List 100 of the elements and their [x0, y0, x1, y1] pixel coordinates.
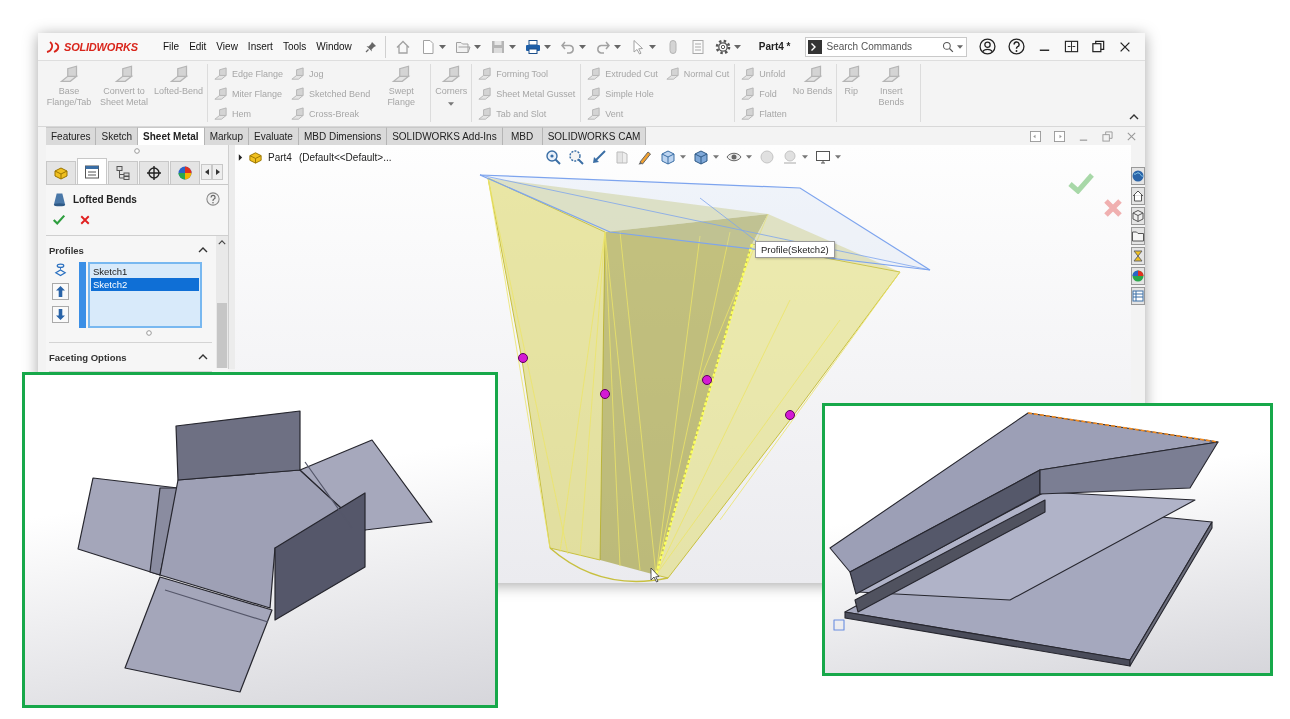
app-logo: SOLIDWORKS: [64, 40, 138, 53]
bent-sheet-icon: [740, 106, 756, 122]
panel-right-icon[interactable]: [1054, 130, 1065, 142]
checkmark-icon[interactable]: [52, 213, 66, 227]
panel-left-icon[interactable]: [1030, 130, 1041, 142]
configuration-name: (Default<<Default>...: [298, 152, 392, 163]
cube-icon[interactable]: [660, 149, 676, 165]
search-icon[interactable]: [941, 40, 954, 53]
point-marker-icon[interactable]: [785, 410, 795, 420]
bent-sheet-icon: [290, 106, 306, 122]
monitor-icon[interactable]: [815, 149, 831, 165]
chevron-up-icon[interactable]: [198, 354, 208, 360]
box-icon[interactable]: [1131, 207, 1145, 225]
ribbon-tab[interactable]: MBD: [502, 127, 543, 145]
pin-icon[interactable]: [364, 40, 377, 53]
menu-item[interactable]: Insert: [242, 36, 278, 57]
list-item[interactable]: Sketch2: [91, 278, 199, 291]
caret-icon[interactable]: [835, 155, 841, 159]
pointer-icon: [650, 567, 660, 583]
caret-icon[interactable]: [746, 155, 752, 159]
scroll-right-button[interactable]: [212, 164, 223, 180]
magnifier-icon[interactable]: [568, 149, 584, 165]
hourglass-icon[interactable]: [1131, 247, 1145, 265]
cross-icon[interactable]: [79, 214, 91, 226]
house-icon[interactable]: [1131, 187, 1145, 205]
caret-icon[interactable]: [680, 155, 686, 159]
printer-icon[interactable]: [524, 38, 541, 55]
caret-icon[interactable]: [733, 44, 741, 49]
pencil-icon[interactable]: [637, 149, 653, 165]
chevron-up-icon[interactable]: [198, 247, 208, 253]
arrow-icon[interactable]: [591, 149, 607, 165]
menu-item[interactable]: Tools: [277, 36, 312, 57]
profile-list-box[interactable]: Sketch1 Sketch2: [88, 262, 202, 328]
caret-icon[interactable]: [648, 44, 656, 49]
tooltip: Profile(Sketch2): [755, 241, 835, 258]
point-marker-icon[interactable]: [702, 375, 712, 385]
help-icon[interactable]: [1007, 38, 1025, 55]
split-view-icon[interactable]: [1063, 39, 1079, 54]
menu-item[interactable]: Edit: [184, 36, 212, 57]
caret-icon[interactable]: [956, 44, 963, 49]
panel-tab[interactable]: [77, 158, 107, 184]
point-marker-icon[interactable]: [518, 353, 528, 363]
move-up-button[interactable]: [51, 283, 69, 300]
ribbon-tab[interactable]: Markup: [204, 127, 249, 145]
caret-icon[interactable]: [508, 44, 516, 49]
caret-icon[interactable]: [543, 44, 551, 49]
panel-tab[interactable]: [139, 161, 169, 184]
cube-icon[interactable]: [693, 149, 709, 165]
scroll-left-button[interactable]: [201, 164, 212, 180]
folder-icon[interactable]: [1131, 227, 1145, 245]
search-field[interactable]: Search Commands: [804, 36, 967, 57]
magnifier-icon[interactable]: [545, 149, 561, 165]
caret-icon[interactable]: [473, 44, 481, 49]
scrollbar-thumb[interactable]: [217, 303, 227, 368]
menu-item[interactable]: Window: [311, 36, 357, 57]
part-name[interactable]: Part4: [268, 152, 292, 163]
move-down-button[interactable]: [51, 306, 69, 323]
bent-sheet-icon: [740, 86, 756, 102]
resize-handle-icon[interactable]: [145, 330, 152, 336]
chevron-up-icon[interactable]: [218, 240, 226, 245]
bent-sheet-icon: [586, 66, 602, 82]
bent-sheet-icon: [586, 86, 602, 102]
bent-sheet-icon: [290, 66, 306, 82]
ribbon-tab[interactable]: Sketch: [96, 127, 139, 145]
ball-icon[interactable]: [1131, 267, 1145, 285]
gear-icon[interactable]: [714, 38, 731, 55]
bent-sheet-icon: [586, 106, 602, 122]
user-icon[interactable]: [978, 38, 996, 55]
ribbon-tab[interactable]: Features: [46, 127, 97, 145]
caret-icon[interactable]: [613, 44, 621, 49]
ribbon-tab[interactable]: Evaluate: [249, 127, 299, 145]
table-icon[interactable]: [1131, 287, 1145, 305]
ribbon-tab[interactable]: SOLIDWORKS CAM: [542, 127, 647, 145]
caret-icon[interactable]: [438, 44, 446, 49]
bent-sheet-icon: [114, 65, 134, 85]
caret-icon[interactable]: [578, 44, 586, 49]
bent-sheet-icon: [477, 86, 493, 102]
ribbon-tab[interactable]: Sheet Metal: [138, 127, 205, 145]
panel-title: Lofted Bends: [73, 193, 138, 205]
caret-icon[interactable]: [713, 155, 719, 159]
bent-sheet-icon: [441, 65, 462, 85]
restore-icon[interactable]: [1090, 39, 1106, 54]
chevron-up-icon[interactable]: [1129, 114, 1139, 120]
arrow-up-icon: [55, 286, 65, 297]
ribbon-tab[interactable]: MBD Dimensions: [298, 127, 388, 145]
caret-icon[interactable]: [802, 155, 808, 159]
expand-arrow-icon[interactable]: [238, 154, 243, 161]
globe-icon[interactable]: [1131, 167, 1145, 185]
menu-item[interactable]: File: [158, 36, 185, 57]
panel-tab[interactable]: [108, 161, 138, 184]
checkmark-icon[interactable]: [1068, 172, 1094, 194]
menu-item[interactable]: View: [211, 36, 243, 57]
document-title: Part4 *: [758, 41, 791, 52]
pie-icon: [177, 165, 193, 181]
drag-handle-icon[interactable]: [134, 148, 140, 154]
list-item[interactable]: Sketch1: [91, 265, 199, 278]
block-icon: [248, 150, 263, 165]
point-marker-icon[interactable]: [600, 389, 610, 399]
triangle-left-icon: [204, 169, 209, 175]
ribbon-tab[interactable]: SOLIDWORKS Add-Ins: [387, 127, 503, 145]
